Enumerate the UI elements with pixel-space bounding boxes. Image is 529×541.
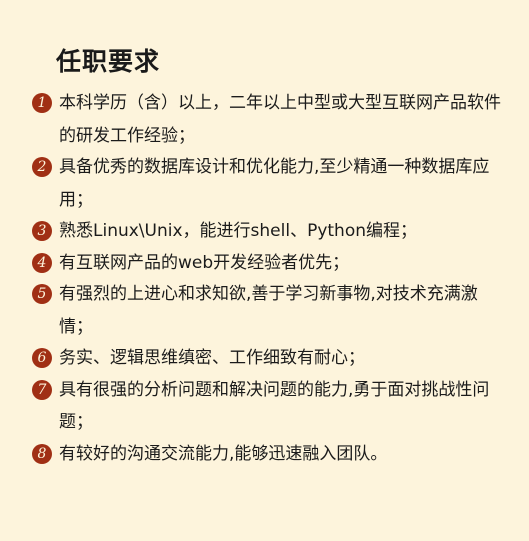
number-badge-icon: 4	[32, 252, 52, 273]
number-badge-icon: 5	[32, 284, 52, 304]
requirement-item: 2 具备优秀的数据库设计和优化能力,至少精通一种数据库应用；	[32, 152, 503, 216]
requirement-text: 具备优秀的数据库设计和优化能力,至少精通一种数据库应用；	[59, 157, 490, 210]
number-badge-icon: 8	[32, 443, 52, 464]
requirement-item: 4 有互联网产品的web开发经验者优先；	[32, 248, 503, 280]
requirement-text: 有较好的沟通交流能力,能够迅速融入团队。	[59, 443, 388, 464]
number-badge-icon: 7	[32, 379, 52, 400]
requirement-text: 本科学历（含）以上，二年以上中型或大型互联网产品软件的研发工作经验；	[59, 93, 501, 146]
requirement-text: 有互联网产品的web开发经验者优先；	[59, 252, 350, 273]
job-requirements-page: 任职要求 1 本科学历（含）以上，二年以上中型或大型互联网产品软件的研发工作经验…	[0, 0, 529, 541]
number-badge-icon: 2	[32, 157, 52, 177]
requirement-item: 5 有强烈的上进心和求知欲,善于学习新事物,对技术充满激情；	[32, 279, 503, 343]
requirement-text: 熟悉Linux\Unix，能进行shell、Python编程；	[59, 221, 417, 241]
requirements-list: 1 本科学历（含）以上，二年以上中型或大型互联网产品软件的研发工作经验； 2 具…	[32, 88, 503, 470]
number-badge-icon: 3	[32, 221, 52, 241]
requirement-text: 具有很强的分析问题和解决问题的能力,勇于面对挑战性问题；	[59, 379, 490, 433]
section-title: 任职要求	[56, 47, 161, 76]
requirement-item: 7 具有很强的分析问题和解决问题的能力,勇于面对挑战性问题；	[32, 375, 503, 439]
requirement-item: 6 务实、逻辑思维缜密、工作细致有耐心；	[32, 343, 503, 375]
number-badge-icon: 6	[32, 348, 52, 368]
requirement-text: 务实、逻辑思维缜密、工作细致有耐心；	[59, 348, 365, 368]
requirement-text: 有强烈的上进心和求知欲,善于学习新事物,对技术充满激情；	[59, 284, 478, 337]
requirement-item: 3 熟悉Linux\Unix，能进行shell、Python编程；	[32, 216, 503, 248]
requirement-item: 8 有较好的沟通交流能力,能够迅速融入团队。	[32, 439, 503, 471]
number-badge-icon: 1	[32, 93, 52, 113]
requirement-item: 1 本科学历（含）以上，二年以上中型或大型互联网产品软件的研发工作经验；	[32, 88, 503, 152]
